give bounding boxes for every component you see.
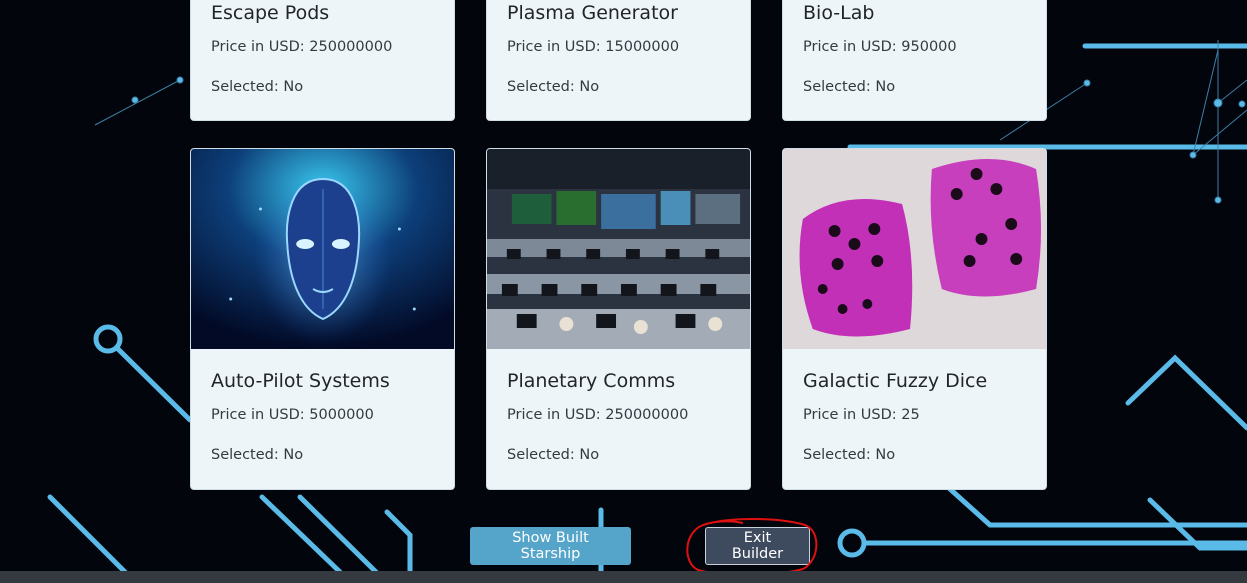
product-selected-status: Selected: No <box>507 447 600 463</box>
product-selected-status: Selected: No <box>211 447 304 463</box>
product-card-plasma-generator[interactable]: Plasma Generator Price in USD: 15000000 … <box>486 0 751 121</box>
product-price: Price in USD: 950000 <box>803 39 957 55</box>
product-title: Planetary Comms <box>507 370 676 392</box>
product-title: Bio-Lab <box>803 2 875 24</box>
product-selected-status: Selected: No <box>507 79 600 95</box>
pink-fuzzy-dice-image <box>783 149 1046 349</box>
bottom-bar <box>0 571 1247 583</box>
product-title: Plasma Generator <box>507 2 678 24</box>
product-card-galactic-fuzzy-dice[interactable]: Galactic Fuzzy Dice Price in USD: 25 Sel… <box>782 148 1047 490</box>
product-price: Price in USD: 5000000 <box>211 407 374 423</box>
annotation-circle <box>686 518 818 577</box>
product-card-planetary-comms[interactable]: Planetary Comms Price in USD: 250000000 … <box>486 148 751 490</box>
mission-control-room-image <box>487 149 750 349</box>
product-price: Price in USD: 15000000 <box>507 39 680 55</box>
product-price: Price in USD: 250000000 <box>211 39 393 55</box>
product-price: Price in USD: 25 <box>803 407 920 423</box>
product-selected-status: Selected: No <box>803 447 896 463</box>
product-title: Escape Pods <box>211 2 330 24</box>
product-card-bio-lab[interactable]: Bio-Lab Price in USD: 950000 Selected: N… <box>782 0 1047 121</box>
product-selected-status: Selected: No <box>211 79 304 95</box>
product-price: Price in USD: 250000000 <box>507 407 689 423</box>
product-card-escape-pods[interactable]: Escape Pods Price in USD: 250000000 Sele… <box>190 0 455 121</box>
product-card-auto-pilot-systems[interactable]: Auto-Pilot Systems Price in USD: 5000000… <box>190 148 455 490</box>
product-title: Auto-Pilot Systems <box>211 370 390 392</box>
ai-robot-head-image <box>191 149 454 349</box>
product-selected-status: Selected: No <box>803 79 896 95</box>
show-built-starship-button[interactable]: Show Built Starship <box>470 527 631 565</box>
product-title: Galactic Fuzzy Dice <box>803 370 988 392</box>
